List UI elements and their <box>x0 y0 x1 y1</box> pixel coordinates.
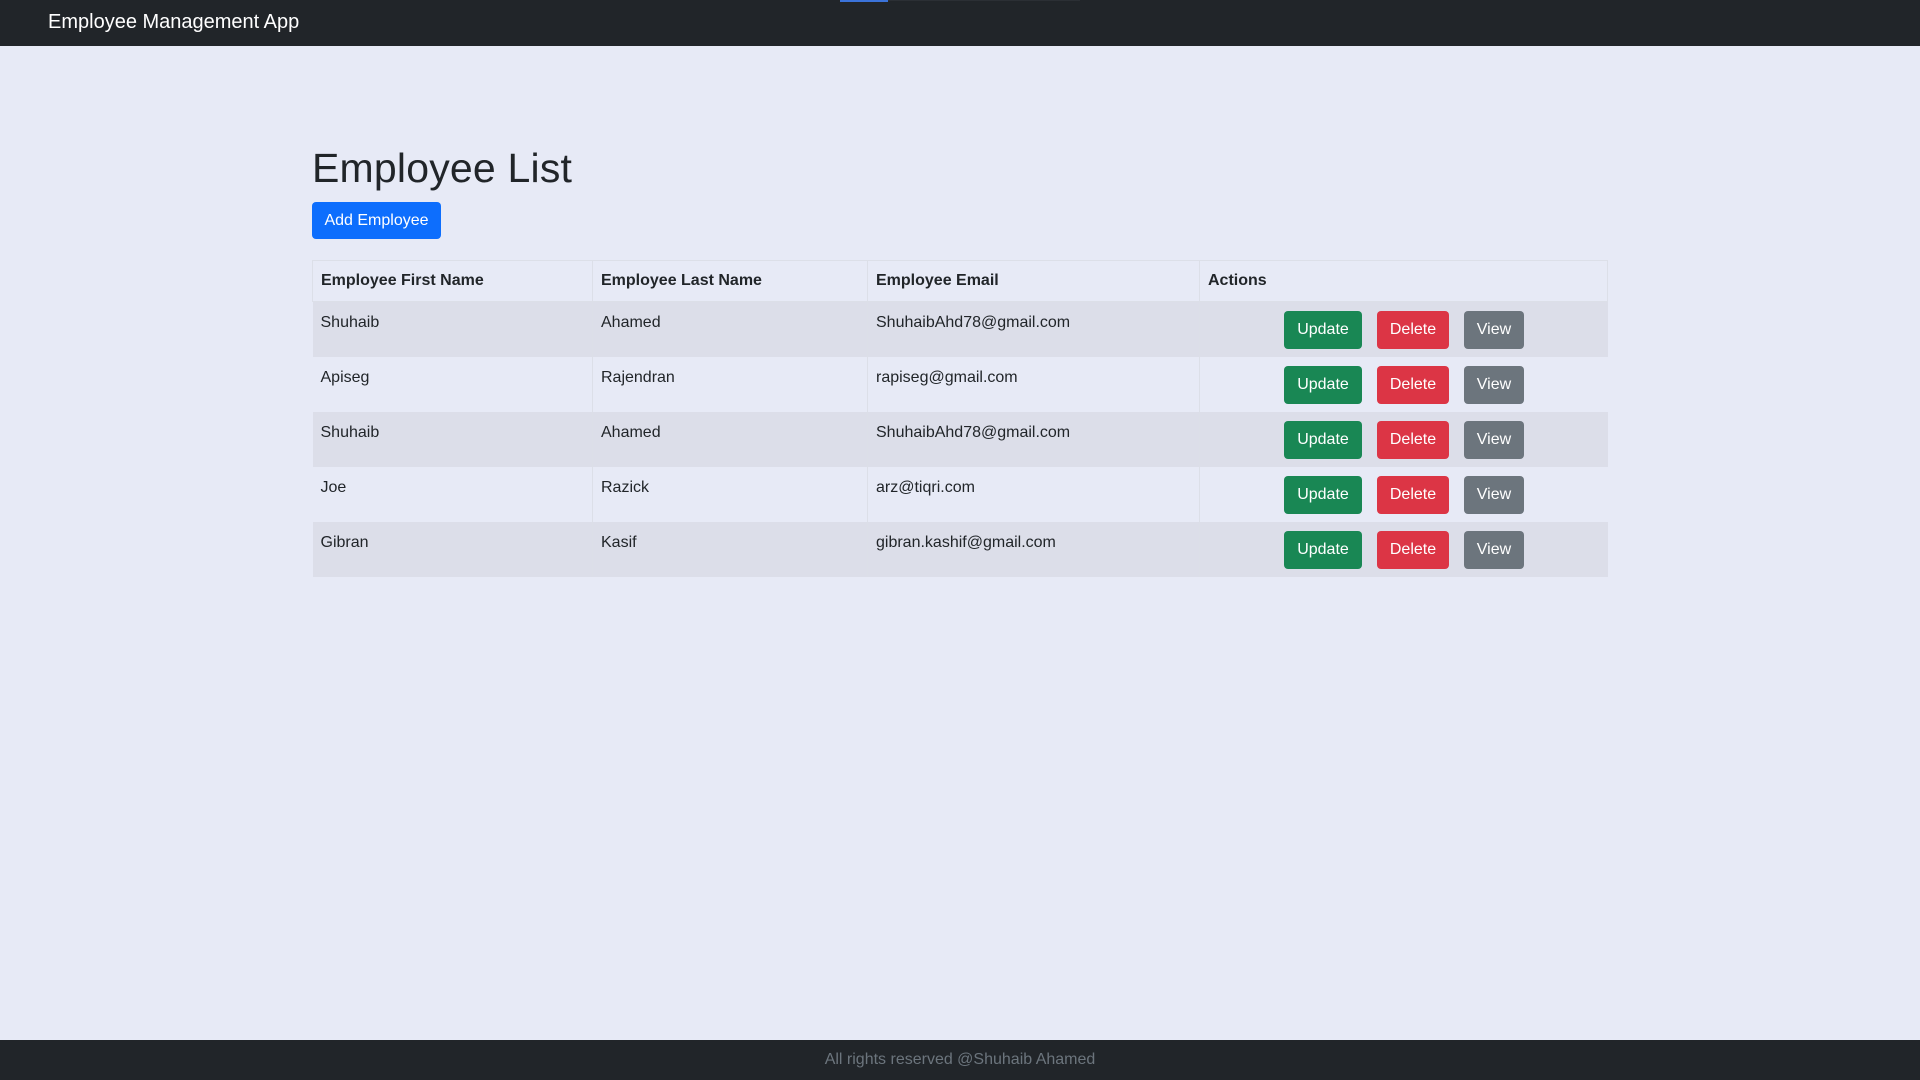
footer-copyright-text: All rights reserved @Shuhaib Ahamed <box>824 1051 1096 1068</box>
app-brand-link[interactable]: Employee Management App <box>48 11 299 34</box>
last-name-cell: Ahamed <box>592 411 868 467</box>
first-name-cell: Apiseg <box>312 356 593 412</box>
delete-button[interactable]: Delete <box>1377 475 1449 514</box>
actions-cell: Update Delete View <box>1199 466 1608 522</box>
view-button[interactable]: View <box>1464 475 1524 514</box>
add-employee-button[interactable]: Add Employee <box>312 202 441 239</box>
email-cell: rapiseg@gmail.com <box>867 356 1200 412</box>
last-name-cell: Ahamed <box>592 301 868 357</box>
table-row: Joe Razick arz@tiqri.com Update Delete V… <box>312 466 1608 522</box>
last-name-cell: Razick <box>592 466 868 522</box>
table-row: Shuhaib Ahamed ShuhaibAhd78@gmail.com Up… <box>312 301 1608 357</box>
first-name-cell: Shuhaib <box>312 411 593 467</box>
actions-cell: Update Delete View <box>1199 521 1608 577</box>
actions-cell: Update Delete View <box>1199 356 1608 412</box>
email-cell: ShuhaibAhd78@gmail.com <box>867 301 1200 357</box>
employee-table: Employee First Name Employee Last Name E… <box>312 260 1608 577</box>
column-header-actions: Actions <box>1199 260 1608 302</box>
table-row: Apiseg Rajendran rapiseg@gmail.com Updat… <box>312 356 1608 412</box>
view-button[interactable]: View <box>1464 530 1524 569</box>
row-actions: Update Delete View <box>1284 365 1524 404</box>
column-header-last-name: Employee Last Name <box>592 260 868 302</box>
row-actions: Update Delete View <box>1284 530 1524 569</box>
last-name-cell: Kasif <box>592 521 868 577</box>
table-row: Shuhaib Ahamed ShuhaibAhd78@gmail.com Up… <box>312 411 1608 467</box>
first-name-cell: Joe <box>312 466 593 522</box>
table-row: Gibran Kasif gibran.kashif@gmail.com Upd… <box>312 521 1608 577</box>
delete-button[interactable]: Delete <box>1377 420 1449 459</box>
navbar: Employee Management App <box>0 0 1920 46</box>
update-button[interactable]: Update <box>1284 311 1362 349</box>
update-button[interactable]: Update <box>1284 420 1362 459</box>
table-header-row: Employee First Name Employee Last Name E… <box>312 260 1608 302</box>
table-body: Shuhaib Ahamed ShuhaibAhd78@gmail.com Up… <box>312 301 1608 577</box>
update-button[interactable]: Update <box>1284 475 1362 514</box>
email-cell: ShuhaibAhd78@gmail.com <box>867 411 1200 467</box>
first-name-cell: Gibran <box>312 521 593 577</box>
row-actions: Update Delete View <box>1284 420 1524 459</box>
last-name-cell: Rajendran <box>592 356 868 412</box>
loading-progress-indicator <box>840 0 888 2</box>
actions-cell: Update Delete View <box>1199 301 1608 357</box>
update-button[interactable]: Update <box>1284 365 1362 404</box>
column-header-email: Employee Email <box>867 260 1200 302</box>
first-name-cell: Shuhaib <box>312 301 593 357</box>
view-button[interactable]: View <box>1464 365 1524 404</box>
view-button[interactable]: View <box>1464 311 1524 349</box>
delete-button[interactable]: Delete <box>1377 530 1449 569</box>
view-button[interactable]: View <box>1464 420 1524 459</box>
actions-cell: Update Delete View <box>1199 411 1608 467</box>
page-title: Employee List <box>312 145 573 191</box>
update-button[interactable]: Update <box>1284 530 1362 569</box>
email-cell: gibran.kashif@gmail.com <box>867 521 1200 577</box>
row-actions: Update Delete View <box>1284 311 1524 349</box>
delete-button[interactable]: Delete <box>1377 311 1449 349</box>
email-cell: arz@tiqri.com <box>867 466 1200 522</box>
loading-progress-track <box>888 0 1080 1</box>
footer: All rights reserved @Shuhaib Ahamed <box>0 1040 1920 1080</box>
delete-button[interactable]: Delete <box>1377 365 1449 404</box>
column-header-first-name: Employee First Name <box>312 260 593 302</box>
row-actions: Update Delete View <box>1284 475 1524 514</box>
